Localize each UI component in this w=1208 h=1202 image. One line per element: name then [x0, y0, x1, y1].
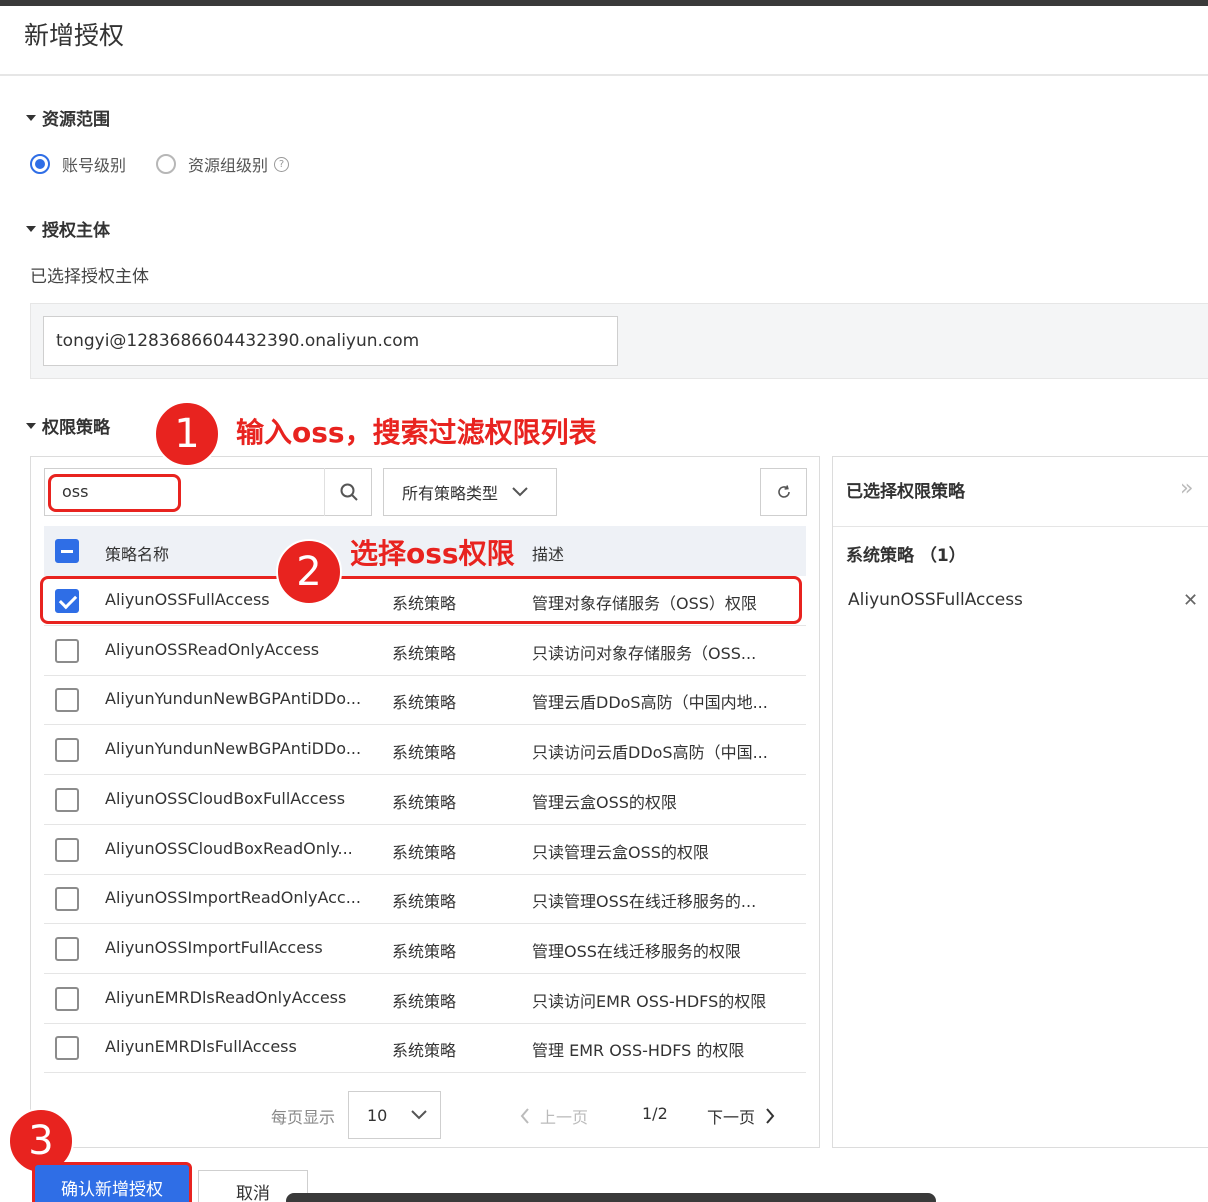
policy-name-cell: AliyunEMRDlsReadOnlyAccess	[105, 988, 347, 1007]
policy-name-cell: AliyunOSSImportReadOnlyAcc...	[105, 888, 361, 907]
remove-close-icon[interactable]: ✕	[1183, 590, 1198, 611]
refresh-icon	[777, 485, 790, 498]
chevron-right-icon	[766, 1108, 775, 1124]
radio-resource-group-level-label: 资源组级别	[188, 156, 269, 175]
policy-type-select[interactable]: 所有策略类型	[383, 468, 557, 516]
principal-field[interactable]: tongyi@1283686604432390.onaliyun.com	[43, 316, 618, 366]
policy-description-cell: 只读管理OSS在线迁移服务的...	[532, 892, 757, 911]
policy-description-cell: 管理云盾DDoS高防（中国内地...	[532, 693, 768, 712]
policy-description-cell: 管理OSS在线迁移服务的权限	[532, 942, 741, 961]
caret-down-icon	[26, 225, 36, 232]
refresh-button[interactable]	[760, 468, 807, 516]
window-top-bar	[0, 0, 1208, 6]
annotation-row-highlight	[40, 576, 802, 624]
radio-account-level[interactable]	[30, 154, 50, 174]
policy-name-cell: AliyunOSSCloudBoxReadOnly...	[105, 839, 353, 858]
section-policies[interactable]: 权限策略	[26, 413, 110, 438]
policy-name-cell: AliyunYundunNewBGPAntiDDo...	[105, 739, 362, 758]
policy-type-cell: 系统策略	[392, 693, 457, 712]
next-page-button[interactable]: 下一页	[707, 1104, 775, 1128]
bottom-overlay-bar	[286, 1193, 936, 1202]
policy-name-cell: AliyunOSSImportFullAccess	[105, 938, 323, 957]
annotation-search-highlight	[48, 474, 181, 512]
search-icon	[340, 483, 358, 501]
radio-account-level-label: 账号级别	[62, 156, 127, 175]
policy-description-cell: 管理云盒OSS的权限	[532, 793, 677, 812]
search-button[interactable]	[324, 468, 372, 516]
per-page-label: 每页显示	[271, 1108, 336, 1127]
policy-description-cell: 管理 EMR OSS-HDFS 的权限	[532, 1041, 745, 1060]
chevron-down-icon	[411, 1110, 428, 1120]
caret-down-icon	[26, 422, 36, 429]
column-header-policy-name[interactable]: 策略名称	[105, 541, 169, 565]
policy-name-cell: AliyunOSSCloudBoxFullAccess	[105, 789, 346, 808]
title-divider	[0, 74, 1208, 76]
policy-type-cell: 系统策略	[392, 1041, 457, 1060]
annotation-step-2-text: 选择oss权限	[350, 537, 515, 570]
row-checkbox[interactable]	[55, 838, 79, 862]
row-checkbox[interactable]	[55, 639, 79, 663]
section-resource-scope[interactable]: 资源范围	[26, 105, 110, 130]
row-checkbox[interactable]	[55, 738, 79, 762]
section-policies-label: 权限策略	[42, 418, 110, 438]
policy-description-cell: 只读访问EMR OSS-HDFS的权限	[532, 992, 767, 1011]
policy-description-cell: 只读访问云盾DDoS高防（中国...	[532, 743, 768, 762]
row-checkbox[interactable]	[55, 1036, 79, 1060]
selected-policies-title: 已选择权限策略	[846, 482, 965, 502]
policy-type-select-value: 所有策略类型	[402, 484, 499, 503]
policy-type-cell: 系统策略	[392, 992, 457, 1011]
dialog-title: 新增授权	[24, 21, 125, 50]
policy-name-cell: AliyunOSSReadOnlyAccess	[105, 640, 320, 659]
caret-down-icon	[26, 114, 36, 121]
prev-page-label: 上一页	[540, 1108, 589, 1127]
radio-resource-group-level[interactable]	[156, 154, 177, 174]
policy-type-cell: 系统策略	[392, 644, 457, 663]
section-principal-label: 授权主体	[42, 221, 110, 241]
policy-name-cell: AliyunYundunNewBGPAntiDDo...	[105, 689, 362, 708]
column-header-description: 描述	[532, 545, 565, 564]
policy-type-cell: 系统策略	[392, 892, 457, 911]
policy-name-cell: AliyunEMRDlsFullAccess	[105, 1037, 297, 1056]
selected-policy-item: AliyunOSSFullAccess	[848, 590, 1023, 610]
policy-type-cell: 系统策略	[392, 942, 457, 961]
selected-group-system: 系统策略 （1）	[846, 546, 966, 566]
next-page-label: 下一页	[707, 1108, 756, 1127]
confirm-add-authorization-button[interactable]: 确认新增授权	[32, 1162, 192, 1202]
row-checkbox[interactable]	[55, 887, 79, 911]
annotation-step-2: 2	[276, 539, 342, 605]
row-checkbox[interactable]	[55, 937, 79, 961]
annotation-step-1: 1	[154, 401, 220, 467]
policy-type-cell: 系统策略	[392, 793, 457, 812]
policy-description-cell: 只读访问对象存储服务（OSS...	[532, 644, 757, 663]
row-checkbox[interactable]	[55, 788, 79, 812]
select-all-checkbox[interactable]	[55, 539, 79, 563]
policy-description-cell: 只读管理云盒OSS的权限	[532, 843, 709, 862]
row-checkbox[interactable]	[55, 688, 79, 712]
section-principal[interactable]: 授权主体	[26, 216, 110, 241]
chevron-down-icon	[512, 487, 528, 497]
section-resource-scope-label: 资源范围	[42, 110, 110, 130]
chevron-left-icon	[520, 1108, 529, 1124]
collapse-double-chevron-icon[interactable]: »	[1180, 476, 1193, 501]
policy-type-cell: 系统策略	[392, 843, 457, 862]
prev-page-button[interactable]: 上一页	[520, 1104, 588, 1128]
row-checkbox[interactable]	[55, 987, 79, 1011]
help-icon[interactable]: ?	[274, 156, 290, 172]
annotation-step-1-text: 输入oss，搜索过滤权限列表	[236, 416, 597, 449]
per-page-value: 10	[367, 1105, 388, 1125]
policy-type-cell: 系统策略	[392, 743, 457, 762]
resource-scope-radio-group: 账号级别 资源组级别 ?	[30, 152, 290, 176]
per-page-select[interactable]: 10	[348, 1091, 441, 1139]
page-indicator: 1/2	[642, 1104, 668, 1123]
selected-panel-divider	[833, 526, 1208, 527]
selected-principal-label: 已选择授权主体	[30, 267, 149, 287]
